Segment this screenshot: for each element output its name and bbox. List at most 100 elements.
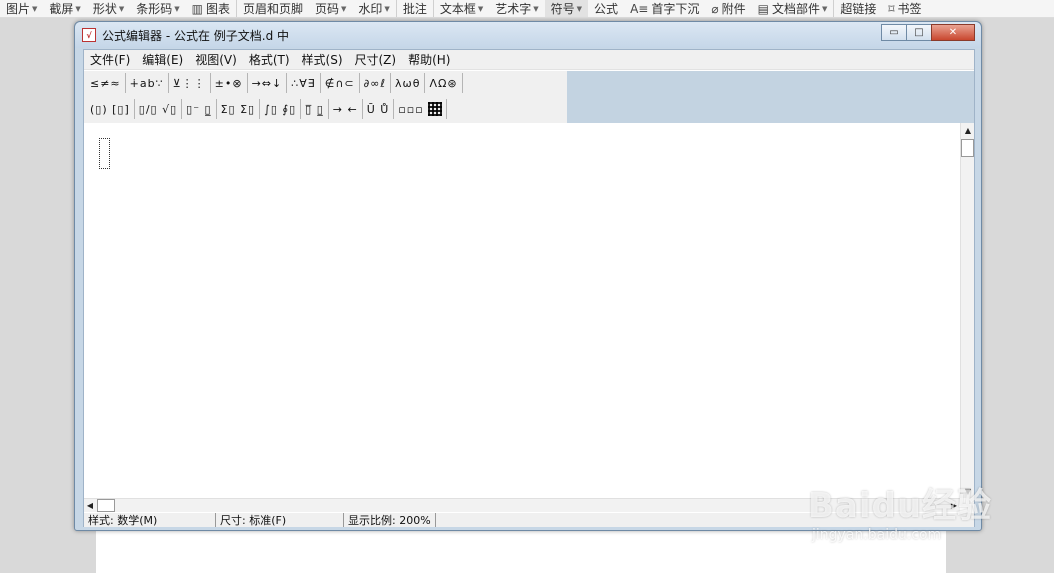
menu-file[interactable]: 文件(F) <box>84 51 136 68</box>
vertical-scrollbar[interactable]: ▲ ▼ <box>960 123 974 498</box>
underbar-overbar-template-button[interactable]: ▯̅ ▯̲ <box>301 99 329 119</box>
ribbon-item[interactable]: 页码 ▼ <box>309 0 352 17</box>
ribbon-item-label: 图片 <box>6 2 31 16</box>
menu-bar: 文件(F) 编辑(E) 视图(V) 格式(T) 样式(S) 尺寸(Z) 帮助(H… <box>84 50 974 70</box>
relations-palette-button[interactable]: ≤≠≈ <box>86 73 126 93</box>
products-set-template-button[interactable]: Ū Ů <box>363 99 395 119</box>
ribbon-item[interactable]: ⌑ 书签 <box>882 0 927 17</box>
ribbon-item-label: 批注 <box>402 2 427 16</box>
matrix-template-button[interactable]: ▫▫▫ <box>394 99 447 119</box>
menu-format[interactable]: 格式(T) <box>243 51 296 68</box>
ribbon-item-label: 文本框 <box>439 2 476 16</box>
ribbon-item-label: 附件 <box>721 2 746 16</box>
scroll-down-arrow-icon[interactable]: ▼ <box>961 484 975 498</box>
set-theory-palette-button[interactable]: ∉∩⊂ <box>321 73 360 93</box>
matrix-grid-icon <box>427 102 442 116</box>
dropdown-caret-icon: ▼ <box>32 4 38 13</box>
summation-template-button[interactable]: Σ▯ Σ▯ <box>217 99 261 119</box>
window-title: 公式编辑器 - 公式在 例子文档.d 中 <box>102 28 290 43</box>
ribbon-item-label: 艺术字 <box>495 2 532 16</box>
ribbon-item[interactable]: 截屏 ▼ <box>43 0 86 17</box>
ribbon-item-label: 页眉和页脚 <box>242 2 303 16</box>
ribbon-item-label: 超链接 <box>840 2 877 16</box>
title-bar[interactable]: √ 公式编辑器 - 公式在 例子文档.d 中 ▭ □ ✕ <box>75 22 981 48</box>
dropcap-icon: A≡ <box>630 1 649 16</box>
empty-equation-slot[interactable] <box>99 138 110 169</box>
arrows-palette-button[interactable]: →⇔↓ <box>248 73 288 93</box>
fence-template-button[interactable]: (▯) [▯] <box>86 99 135 119</box>
ribbon-item[interactable]: 页眉和页脚 <box>235 0 309 17</box>
operators-palette-button[interactable]: ±•⊗ <box>211 73 248 93</box>
ribbon-item[interactable]: 公式 <box>588 0 624 17</box>
chart-icon: ▥ <box>191 1 203 16</box>
ribbon-item[interactable]: A≡ 首字下沉 <box>624 0 705 17</box>
editor-client-area: 文件(F) 编辑(E) 视图(V) 格式(T) 样式(S) 尺寸(Z) 帮助(H… <box>83 49 975 527</box>
menu-edit[interactable]: 编辑(E) <box>136 51 189 68</box>
ribbon-item[interactable]: ▤ 文档部件 ▼ <box>752 0 834 17</box>
greek-uppercase-palette-button[interactable]: ΛΩ⊛ <box>425 73 463 93</box>
dropdown-caret-icon: ▼ <box>821 4 828 13</box>
horizontal-scrollbar[interactable]: ◀ ▶ <box>84 498 960 512</box>
dropdown-caret-icon: ▼ <box>384 4 390 13</box>
dropdown-caret-icon: ▼ <box>118 4 125 13</box>
ribbon-item-label: 形状 <box>92 2 117 16</box>
dropdown-caret-icon: ▼ <box>174 4 180 13</box>
ribbon-item[interactable]: 超链接 <box>833 0 882 17</box>
doc-parts-icon: ▤ <box>757 1 769 16</box>
ribbon-item[interactable]: 符号 ▼ <box>544 0 589 17</box>
host-document-page <box>96 528 946 573</box>
ribbon-item-label: 图表 <box>205 2 230 16</box>
menu-size[interactable]: 尺寸(Z) <box>349 51 403 68</box>
ribbon-item-label: 书签 <box>897 2 922 16</box>
template-palette-row: (▯) [▯] ▯/▯ √▯ ▯⁻ ▯̲ Σ▯ Σ▯ ∫▯ ∮▯ ▯̅ ▯̲ →… <box>84 95 567 123</box>
ribbon-item[interactable]: ▥ 图表 <box>186 0 236 17</box>
labeled-arrow-template-button[interactable]: → ← <box>329 99 363 119</box>
ribbon-item-label: 文档部件 <box>771 2 820 16</box>
script-template-button[interactable]: ▯⁻ ▯̲ <box>182 99 217 119</box>
embellishments-palette-button[interactable]: ⊻⋮⋮ <box>169 73 211 93</box>
scroll-right-arrow-icon[interactable]: ▶ <box>948 499 960 512</box>
window-controls: ▭ □ ✕ <box>881 24 975 41</box>
horizontal-scroll-thumb[interactable] <box>97 499 115 512</box>
bookmark-icon: ⌑ <box>888 1 895 16</box>
equation-canvas[interactable] <box>84 123 960 498</box>
ribbon-item[interactable]: 形状 ▼ <box>87 0 130 17</box>
dropdown-caret-icon: ▼ <box>477 4 484 13</box>
dropdown-caret-icon: ▼ <box>576 4 583 13</box>
vertical-scroll-thumb[interactable] <box>961 139 974 157</box>
spaces-ellipses-palette-button[interactable]: ∔ab∵ <box>126 73 169 93</box>
menu-style[interactable]: 样式(S) <box>296 51 349 68</box>
scroll-up-arrow-icon[interactable]: ▲ <box>961 123 975 137</box>
status-zoom: 显示比例: 200% <box>344 513 436 527</box>
ribbon-item[interactable]: 条形码 ▼ <box>130 0 185 17</box>
ribbon-item[interactable]: ⌀ 附件 <box>705 0 751 17</box>
ribbon-item-label: 页码 <box>315 2 340 16</box>
ribbon-item[interactable]: 批注 <box>395 0 433 17</box>
logic-palette-button[interactable]: ∴∀∃ <box>287 73 321 93</box>
ribbon-item-label: 截屏 <box>49 2 74 16</box>
maximize-button[interactable]: □ <box>906 24 932 41</box>
ribbon-item[interactable]: 水印 ▼ <box>352 0 395 17</box>
ribbon-item-label: 水印 <box>358 2 383 16</box>
scroll-left-arrow-icon[interactable]: ◀ <box>84 499 96 512</box>
misc-symbols-palette-button[interactable]: ∂∞ℓ <box>360 73 391 93</box>
close-button[interactable]: ✕ <box>931 24 975 41</box>
greek-lowercase-palette-button[interactable]: λωθ <box>391 73 426 93</box>
dropdown-caret-icon: ▼ <box>75 4 81 13</box>
status-style: 样式: 数学(M) <box>84 513 216 527</box>
ribbon-item-label: 首字下沉 <box>651 2 700 16</box>
fraction-radical-template-button[interactable]: ▯/▯ √▯ <box>135 99 183 119</box>
ribbon-item[interactable]: 图片 ▼ <box>0 0 43 17</box>
ribbon-item[interactable]: 艺术字 ▼ <box>489 0 544 17</box>
matrix-dots-label: ▫▫▫ <box>398 102 424 116</box>
ribbon-item-label: 条形码 <box>136 2 173 16</box>
dropdown-caret-icon: ▼ <box>341 4 347 13</box>
ribbon-item[interactable]: 文本框 ▼ <box>432 0 489 17</box>
menu-view[interactable]: 视图(V) <box>189 51 243 68</box>
integral-template-button[interactable]: ∫▯ ∮▯ <box>260 99 302 119</box>
symbol-template-palette: ≤≠≈ ∔ab∵ ⊻⋮⋮ ±•⊗ →⇔↓ ∴∀∃ ∉∩⊂ ∂∞ℓ λωθ ΛΩ⊛… <box>84 71 567 123</box>
menu-help[interactable]: 帮助(H) <box>402 51 456 68</box>
minimize-button[interactable]: ▭ <box>881 24 907 41</box>
toolbar-area: ≤≠≈ ∔ab∵ ⊻⋮⋮ ±•⊗ →⇔↓ ∴∀∃ ∉∩⊂ ∂∞ℓ λωθ ΛΩ⊛… <box>84 71 974 123</box>
host-ribbon: 图片 ▼ 截屏 ▼ 形状 ▼ 条形码 ▼ ▥ 图表 页眉和页脚 页码 ▼ 水印 ▼ 批注 文本框 ▼ 艺术字 ▼ 符号 ▼… <box>0 0 1054 18</box>
